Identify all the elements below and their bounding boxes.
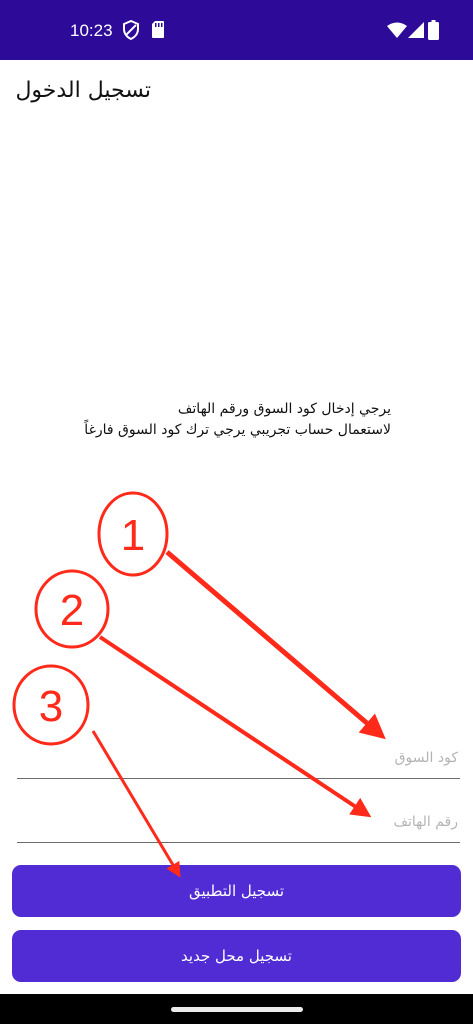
annotation-1: 1 — [97, 491, 386, 740]
status-bar: 10:23 — [0, 0, 473, 60]
instructions-line-2: لاستعمال حساب تجريبي يرجي ترك كود السوق … — [84, 422, 391, 438]
page-title: تسجيل الدخول — [15, 78, 151, 103]
annotation-2-label: 2 — [60, 586, 84, 635]
annotation-3-label: 3 — [39, 682, 63, 731]
register-store-button[interactable]: تسجيل محل جديد — [12, 930, 461, 982]
signal-icon — [408, 21, 425, 43]
home-handle[interactable] — [171, 1007, 303, 1012]
navigation-bar — [0, 994, 473, 1024]
shield-icon — [122, 19, 140, 44]
phone-input[interactable] — [17, 802, 460, 843]
sim-card-icon — [151, 20, 165, 43]
instructions-text: يرجي إدخال كود السوق ورقم الهاتف لاستعما… — [31, 399, 391, 441]
wifi-icon — [386, 22, 408, 43]
instructions-line-1: يرجي إدخال كود السوق ورقم الهاتف — [177, 401, 391, 417]
annotation-1-label: 1 — [121, 511, 145, 560]
login-button[interactable]: تسجيل التطبيق — [12, 865, 461, 917]
annotation-2-arrow — [98, 635, 372, 818]
battery-icon — [428, 20, 439, 44]
market-code-input[interactable] — [17, 738, 460, 779]
status-time: 10:23 — [70, 21, 113, 40]
annotation-1-arrow — [165, 550, 386, 740]
